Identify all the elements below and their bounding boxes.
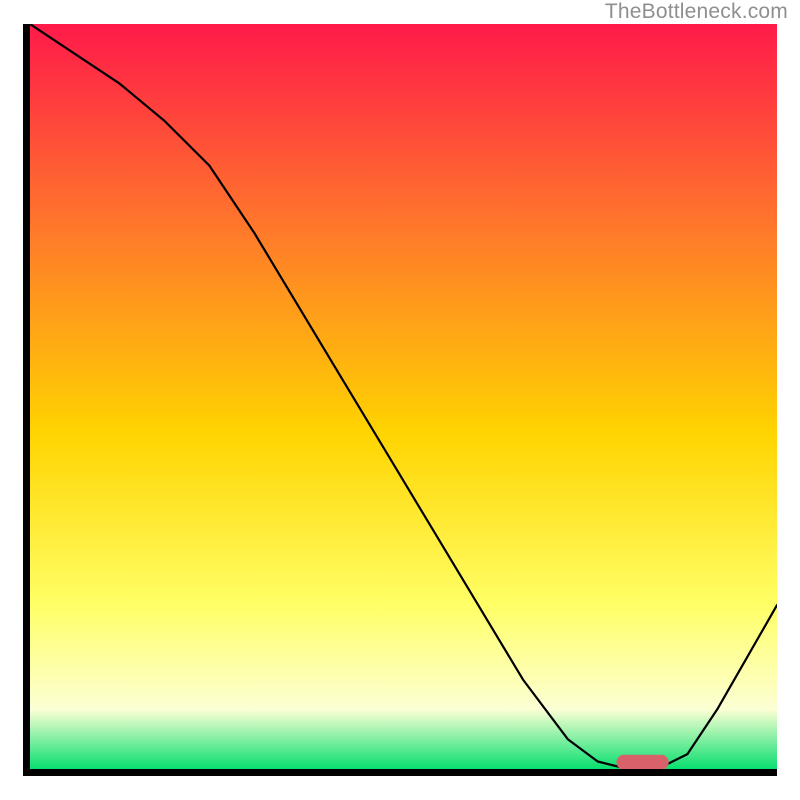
bottleneck-chart: TheBottleneck.com (0, 0, 800, 800)
plot-svg (30, 24, 777, 769)
y-axis (23, 24, 30, 776)
x-axis (23, 769, 777, 776)
optimal-range-marker (616, 755, 668, 769)
plot-area (30, 24, 777, 769)
gradient-background (30, 24, 777, 769)
watermark-label: TheBottleneck.com (605, 0, 788, 24)
